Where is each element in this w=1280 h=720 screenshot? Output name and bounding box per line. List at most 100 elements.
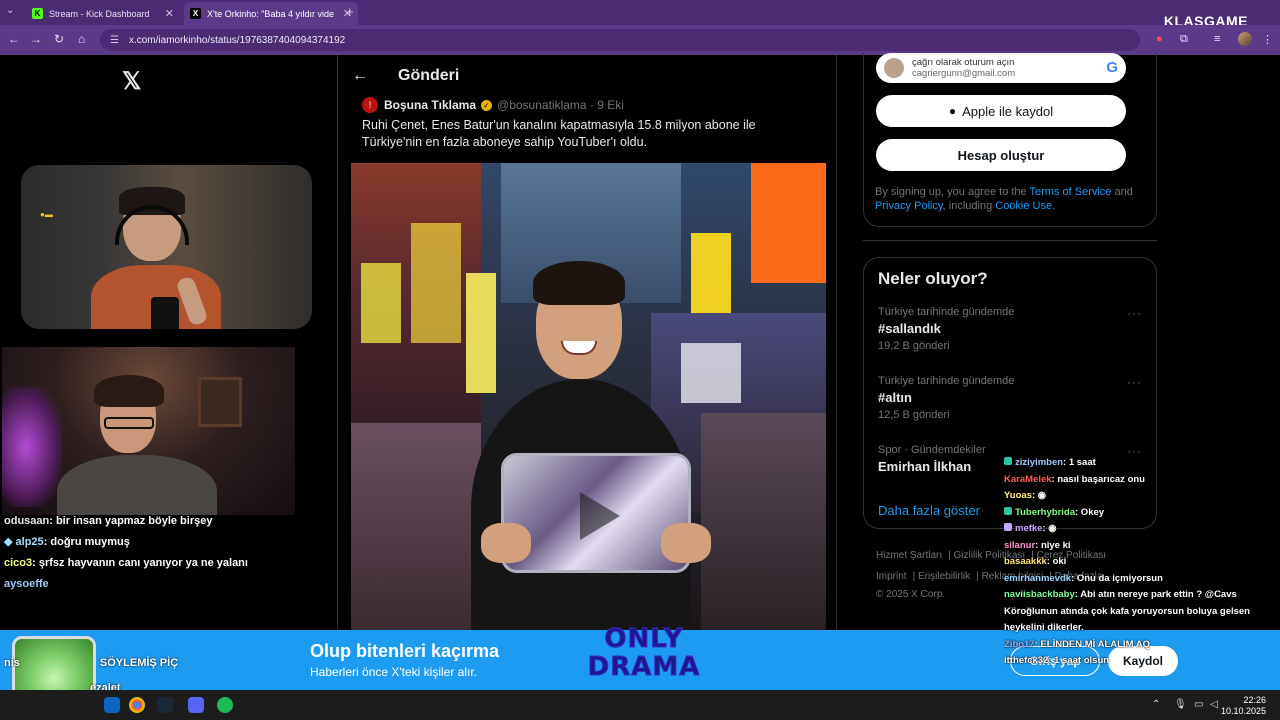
chat-username: aysoeffe bbox=[4, 578, 49, 590]
more-options-icon[interactable]: ··· bbox=[1127, 375, 1142, 389]
wall-frame bbox=[198, 377, 242, 427]
windows-taskbar: ⌃ 🎙 ▭ ◁ 22:26 10.10.2025 bbox=[0, 690, 1280, 720]
billboard bbox=[691, 233, 731, 323]
chat-message: Tuberhybrida: Okey bbox=[1004, 505, 1276, 522]
privacy-policy-link[interactable]: Privacy Policy bbox=[875, 200, 943, 212]
chat-username: nis bbox=[4, 657, 20, 669]
webcam-streamer-2 bbox=[2, 347, 295, 515]
chat-username: itthefck32 bbox=[1004, 655, 1049, 666]
forward-arrow-icon[interactable]: → bbox=[30, 32, 42, 46]
volume-icon[interactable]: ◁ bbox=[1210, 699, 1218, 710]
chat-text: Köroğlunun atında çok kafa yoruyorsun bo… bbox=[1004, 605, 1250, 634]
steam-icon[interactable] bbox=[157, 697, 173, 713]
trend-title: #altın bbox=[878, 390, 912, 405]
chat-message: ziziyimben: 1 saat bbox=[1004, 455, 1276, 472]
profile-avatar[interactable] bbox=[1238, 32, 1252, 46]
crowd bbox=[351, 423, 481, 630]
site-info-icon[interactable]: ☰ bbox=[110, 35, 119, 46]
post-text: Ruhi Çenet, Enes Batur'un kanalını kapat… bbox=[362, 118, 756, 149]
chat-text: : 1 saat bbox=[1063, 457, 1096, 468]
billboard bbox=[466, 273, 496, 393]
chat-message: itthefck32: 1 saat olsun bbox=[1004, 653, 1276, 670]
chat-badge-icon bbox=[1004, 506, 1012, 515]
author-handle: @bosunatiklama · 9 Eki bbox=[497, 98, 624, 112]
bee-icon: ●▬ bbox=[40, 210, 53, 219]
microphone-icon[interactable]: 🎙 bbox=[1174, 699, 1187, 710]
trend-title: #sallandık bbox=[878, 321, 941, 336]
close-tab-icon[interactable]: ✕ bbox=[165, 7, 174, 20]
terms-of-service-link[interactable]: Terms of Service bbox=[1030, 186, 1112, 198]
more-options-icon[interactable]: ··· bbox=[1127, 306, 1142, 320]
logo-line: DRAMA bbox=[587, 652, 701, 682]
show-more-link[interactable]: Daha fazla göster bbox=[878, 503, 980, 518]
chat-text: : oki bbox=[1046, 556, 1067, 567]
author-name[interactable]: Boşuna Tıklama bbox=[384, 98, 476, 112]
chat-text: : bir insan yapmaz böyle birşey bbox=[49, 515, 213, 527]
tab-kick-dashboard[interactable]: K Stream - Kick Dashboard ✕ bbox=[26, 2, 180, 25]
chat-username: Zibo17 bbox=[1004, 638, 1035, 650]
reload-icon[interactable]: ↻ bbox=[54, 32, 64, 46]
browser-toolbar: ← → ↻ ⌂ ☰ x.com/iamorkinho/status/197638… bbox=[0, 25, 1280, 55]
apple-signup-button[interactable]: ● Apple ile kaydol bbox=[876, 95, 1126, 127]
terms-text: . bbox=[1052, 200, 1056, 212]
post-image[interactable] bbox=[351, 163, 826, 630]
author-avatar[interactable]: ! bbox=[362, 97, 378, 113]
kebab-menu-icon[interactable]: ⋮ bbox=[1262, 33, 1273, 46]
clock[interactable]: 22:26 10.10.2025 bbox=[1221, 695, 1266, 717]
chat-text: : Okey bbox=[1075, 506, 1105, 518]
create-account-label: Hesap oluştur bbox=[957, 147, 1045, 163]
apple-signup-label: Apple ile kaydol bbox=[962, 103, 1054, 119]
glasses bbox=[104, 417, 154, 429]
discord-icon[interactable] bbox=[188, 697, 204, 713]
trend-item[interactable]: Türkiye tarihinde gündemde #sallandık 19… bbox=[878, 306, 1142, 354]
trend-item[interactable]: Türkiye tarihinde gündemde #altın 12,5 B… bbox=[878, 375, 1142, 423]
home-icon[interactable]: ⌂ bbox=[78, 32, 85, 46]
chat-message: aysoeffe bbox=[0, 574, 300, 595]
chrome-icon[interactable] bbox=[129, 697, 145, 713]
tab-search-icon[interactable]: ⌄ bbox=[6, 5, 14, 16]
url-text: x.com/iamorkinho/status/1976387404094374… bbox=[128, 34, 346, 46]
media-icon[interactable]: ≡ bbox=[1214, 33, 1220, 45]
google-signin-button[interactable]: çağrı olarak oturum açın cagriergunn@gma… bbox=[876, 53, 1126, 83]
outlook-icon[interactable] bbox=[104, 697, 120, 713]
chat-message: ◆ alp25: doğru muymuş bbox=[0, 532, 300, 553]
pink-light bbox=[2, 387, 62, 507]
trend-count: 12,5 B gönderi bbox=[878, 409, 950, 421]
chat-text: : doğru muymuş bbox=[43, 536, 130, 548]
chat-message: naviisbackbaby: Abi atın nereye park ett… bbox=[1004, 587, 1276, 604]
chat-text: : şrfsz hayvanın canı yanıyor ya ne yala… bbox=[32, 557, 248, 569]
extension-icon[interactable]: ● bbox=[1156, 33, 1163, 45]
chat-text: : Onu da içmiyorsun bbox=[1071, 572, 1163, 584]
back-arrow-icon[interactable]: ← bbox=[352, 67, 368, 85]
address-bar[interactable]: ☰ x.com/iamorkinho/status/19763874040943… bbox=[100, 29, 1140, 51]
network-icon[interactable]: ▭ bbox=[1194, 699, 1203, 710]
spotify-icon[interactable] bbox=[217, 697, 233, 713]
webcam-streamer-1 bbox=[21, 165, 312, 329]
trends-title: Neler oluyor? bbox=[878, 269, 988, 288]
post-column: ← Gönderi ! Boşuna Tıklama ✓ @bosunatikl… bbox=[337, 55, 837, 630]
tab-x-post[interactable]: X X'te Orkinho: "Baba 4 yıldır vide ✕ bbox=[184, 2, 358, 25]
chat-text: : nasıl başarıcaz onu bbox=[1051, 473, 1145, 485]
puzzle-icon[interactable]: ⧉ bbox=[1180, 33, 1188, 46]
google-g-icon: G bbox=[1106, 59, 1118, 76]
chat-message: cico3: şrfsz hayvanın canı yanıyor ya ne… bbox=[0, 553, 300, 574]
terms-text: and bbox=[1111, 186, 1133, 198]
kick-icon: K bbox=[32, 8, 43, 19]
divider bbox=[863, 240, 1157, 241]
shirt bbox=[57, 455, 217, 515]
post-author[interactable]: ! Boşuna Tıklama ✓ @bosunatiklama · 9 Ek… bbox=[362, 97, 624, 113]
footer-link[interactable]: Hizmet Şartları bbox=[876, 550, 942, 561]
footer-link[interactable]: Erişilebilirlik bbox=[918, 571, 970, 582]
new-tab-icon[interactable]: + bbox=[346, 4, 354, 19]
emote-icon: ◉ bbox=[1045, 523, 1057, 534]
chat-username: silanur bbox=[1004, 539, 1036, 551]
x-logo-icon[interactable]: 𝕏 bbox=[122, 67, 141, 96]
tray-chevron-icon[interactable]: ⌃ bbox=[1152, 699, 1160, 710]
crowd bbox=[701, 413, 826, 630]
create-account-button[interactable]: Hesap oluştur bbox=[876, 139, 1126, 171]
footer-link[interactable]: Imprint bbox=[876, 571, 907, 582]
cookie-use-link[interactable]: Cookie Use bbox=[995, 200, 1052, 212]
verified-badge-icon: ✓ bbox=[481, 99, 493, 111]
chat-badge-icon: ◆ bbox=[4, 536, 16, 548]
back-arrow-icon[interactable]: ← bbox=[8, 32, 20, 46]
